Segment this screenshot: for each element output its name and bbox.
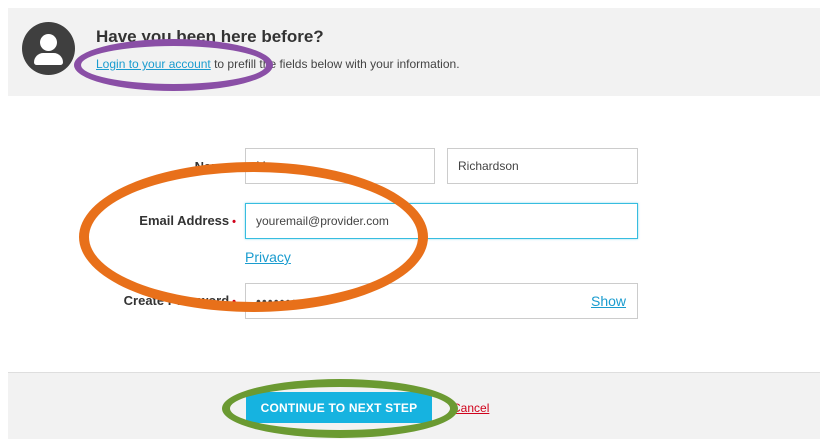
first-name-field[interactable] [245,148,435,184]
login-prompt-banner [8,8,820,96]
last-name-field[interactable] [447,148,638,184]
avatar-shoulders-shape [34,53,63,65]
email-label: Email Address • [139,213,236,228]
show-password-link[interactable]: Show [591,293,626,309]
user-icon [22,22,75,75]
avatar-head-shape [40,34,57,51]
continue-button[interactable]: CONTINUE TO NEXT STEP [246,392,432,423]
email-field[interactable] [245,203,638,239]
cancel-link[interactable]: Cancel [452,401,489,415]
required-marker: • [232,216,236,228]
password-field[interactable] [245,283,638,319]
banner-title: Have you been here before? [96,27,324,46]
banner-subtitle-text: to prefill the fields below with your in… [210,57,460,71]
banner-subtitle: Login to your account to prefill the fie… [96,57,460,71]
privacy-link[interactable]: Privacy [245,249,291,265]
password-label: Create Password • [123,293,236,308]
required-marker: • [232,296,236,308]
name-label: Name [194,159,230,174]
login-link[interactable]: Login to your account [96,57,211,71]
